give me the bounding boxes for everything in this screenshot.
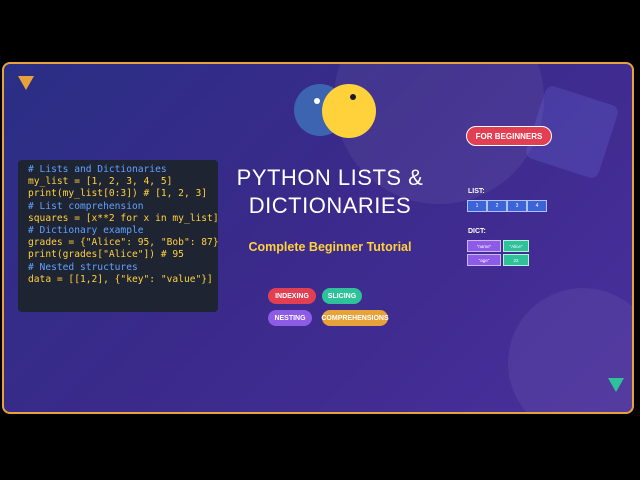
code-line: my_list = [1, 2, 3, 4, 5]: [28, 176, 173, 188]
tag-slicing: SLICING: [322, 288, 362, 304]
list-label: LIST:: [468, 188, 485, 195]
list-cell: 3: [507, 200, 527, 212]
decor-circle-bottom: [508, 288, 632, 412]
beginners-badge: FOR BEGINNERS: [466, 126, 552, 146]
thumbnail-frame: # Lists and Dictionaries my_list = [1, 2,…: [2, 62, 634, 414]
dict-key: "age": [467, 254, 501, 266]
code-line: grades = {"Alice": 95, "Bob": 87}: [28, 237, 219, 249]
triangle-down-icon: [18, 76, 34, 90]
code-comment-line: # List comprehension: [28, 200, 144, 212]
code-line: print(my_list[0:3]) # [1, 2, 3]: [28, 188, 208, 200]
title-line-2: DICTIONARIES: [248, 193, 412, 218]
list-cell: 1: [467, 200, 487, 212]
list-cell: 4: [527, 200, 547, 212]
python-logo-yellow-circle: [322, 84, 376, 138]
dict-value: "Alice": [503, 240, 529, 252]
dict-key: "name": [467, 240, 501, 252]
tag-nesting: NESTING: [268, 310, 312, 326]
code-comment-line: # Nested structures: [28, 261, 138, 273]
code-comment-line: # Dictionary example: [28, 225, 144, 237]
code-comment-line: # Lists and Dictionaries: [28, 164, 167, 175]
dict-value: 22: [503, 254, 529, 266]
title-line-1: PYTHON LISTS &: [236, 165, 424, 190]
dict-row: "age" 22: [467, 254, 529, 266]
dict-diagram: "name" "Alice" "age" 22: [467, 240, 529, 268]
code-line: squares = [x**2 for x in my_list]: [28, 212, 219, 224]
tag-indexing: INDEXING: [268, 288, 316, 304]
code-snippet: # Lists and Dictionaries my_list = [1, 2,…: [18, 160, 219, 312]
dict-label: DICT:: [468, 228, 486, 235]
page-title: PYTHON LISTS & DICTIONARIES: [218, 164, 442, 220]
logo-eye-icon: [314, 98, 320, 104]
code-line: print(grades["Alice"]) # 95: [28, 249, 184, 261]
list-diagram: 1234: [467, 200, 547, 212]
code-line: data = [[1,2], {"key": "value"}]: [28, 273, 213, 285]
list-cell: 2: [487, 200, 507, 212]
dict-row: "name" "Alice": [467, 240, 529, 252]
subtitle: Complete Beginner Tutorial: [248, 240, 412, 254]
triangle-down-icon: [608, 378, 624, 392]
logo-eye-icon: [350, 94, 356, 100]
tag-comprehensions: COMPREHENSIONS: [321, 310, 389, 326]
